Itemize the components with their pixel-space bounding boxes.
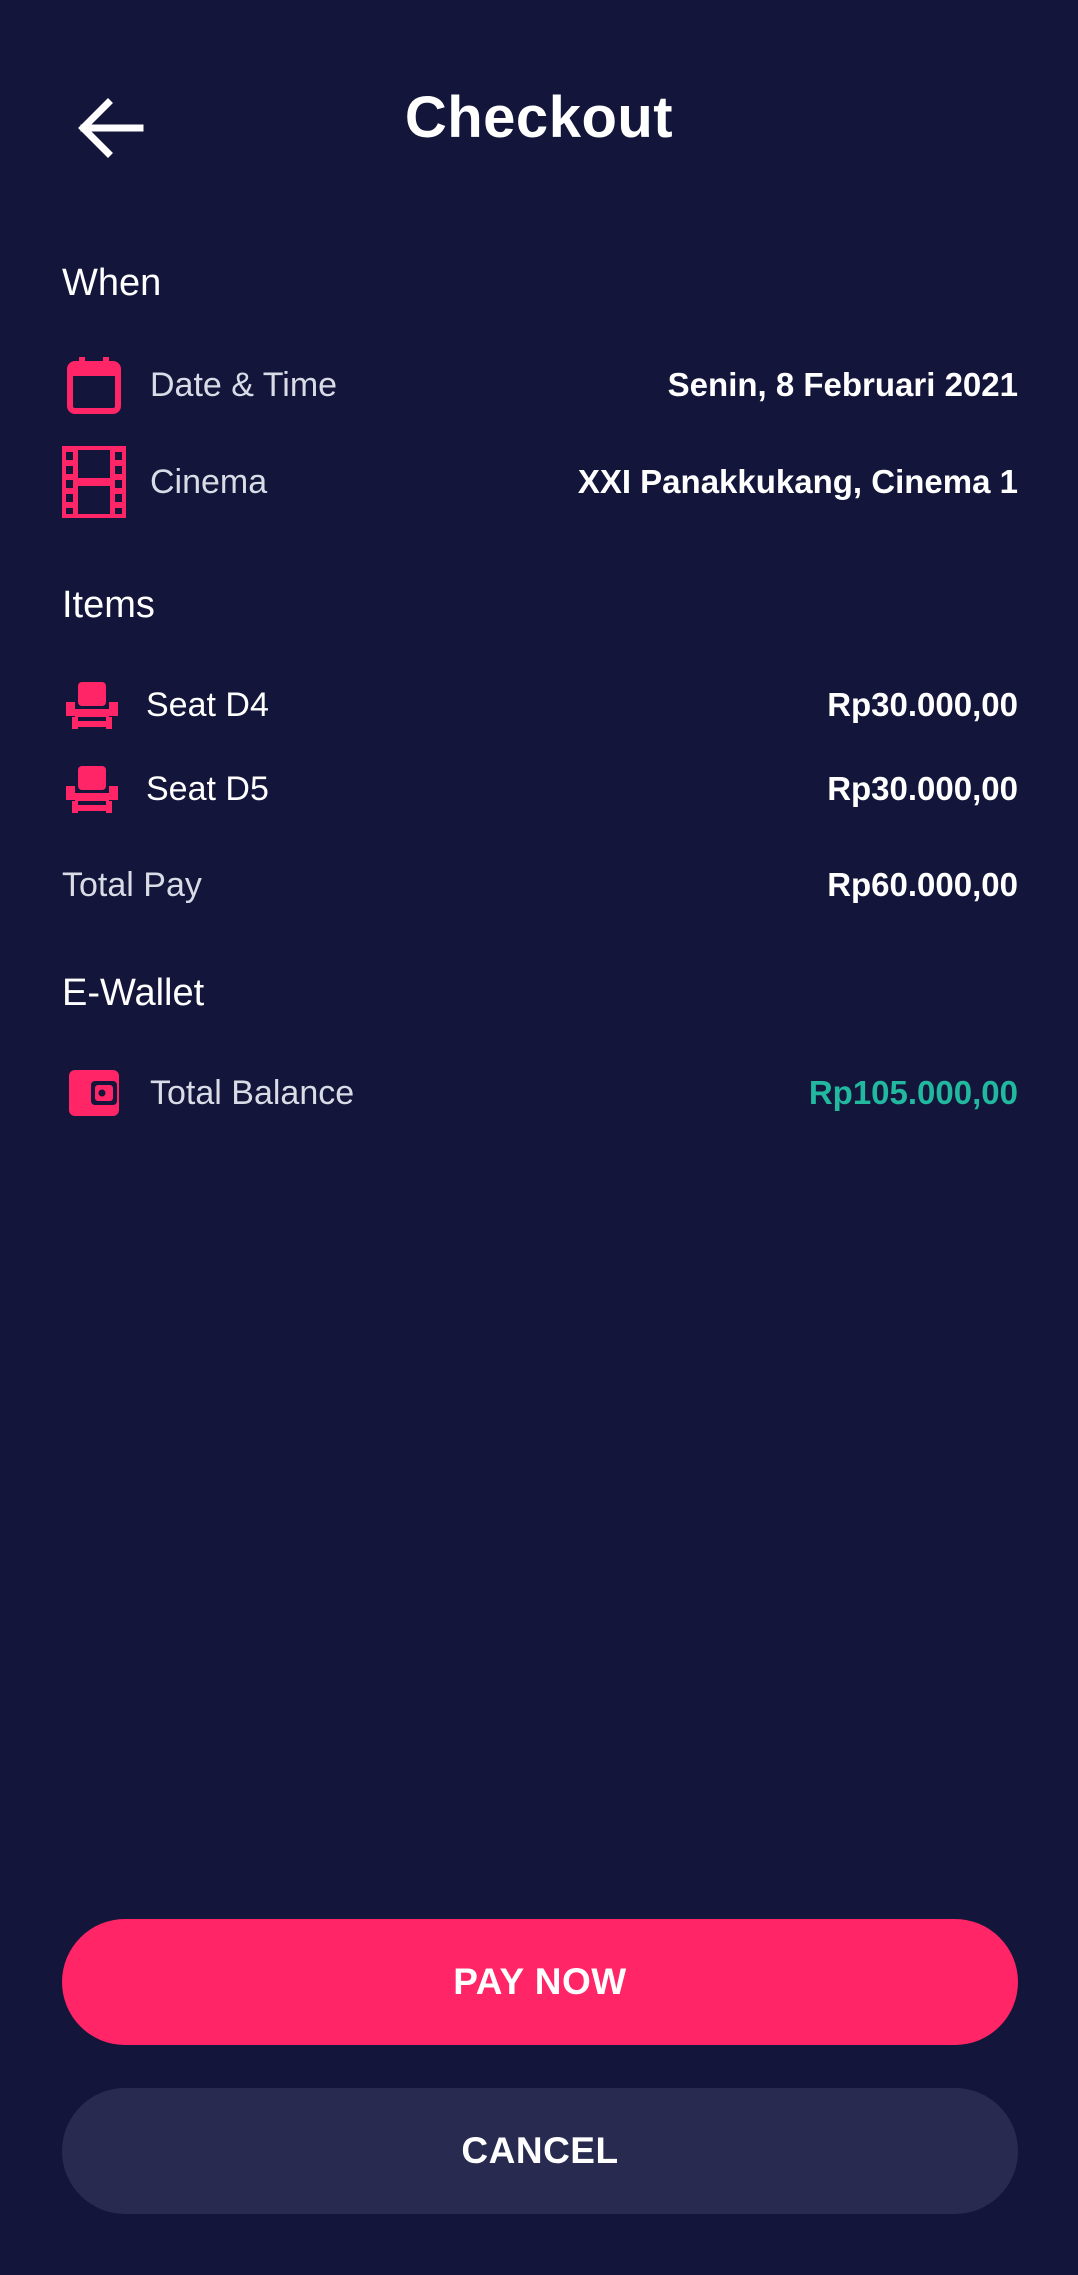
section-title-when: When xyxy=(62,262,162,304)
cinema-label: Cinema xyxy=(150,462,268,501)
seat-label: Seat D4 xyxy=(146,685,269,724)
section-title-wallet: E-Wallet xyxy=(62,972,205,1014)
seat-icon xyxy=(62,757,122,821)
wallet-balance-value: Rp105.000,00 xyxy=(808,1074,1018,1111)
total-pay-label: Total Pay xyxy=(62,865,202,904)
total-pay-value: Rp60.000,00 xyxy=(827,866,1018,903)
cinema-value: XXI Panakkukang, Cinema 1 xyxy=(577,463,1018,500)
seat-label: Seat D5 xyxy=(146,769,269,808)
seat-price: Rp30.000,00 xyxy=(827,770,1018,807)
wallet-balance-label: Total Balance xyxy=(150,1073,355,1112)
calendar-icon xyxy=(62,353,126,417)
date-time-value: Senin, 8 Februari 2021 xyxy=(667,366,1018,403)
wallet-balance-row: Total Balance Rp105.000,00 xyxy=(62,1058,1018,1128)
app-header: Checkout xyxy=(0,0,1078,240)
page-title: Checkout xyxy=(404,85,674,150)
film-icon xyxy=(62,446,126,518)
seat-row: Seat D4 Rp30.000,00 xyxy=(62,670,1018,740)
date-time-label: Date & Time xyxy=(150,365,338,404)
seat-row: Seat D5 Rp30.000,00 xyxy=(62,754,1018,824)
date-time-row: Date & Time Senin, 8 Februari 2021 xyxy=(62,350,1018,420)
cinema-row: Cinema XXI Panakkukang, Cinema 1 xyxy=(62,446,1018,518)
seat-icon xyxy=(62,673,122,737)
total-pay-row: Total Pay Rp60.000,00 xyxy=(62,850,1018,920)
seat-price: Rp30.000,00 xyxy=(827,686,1018,723)
wallet-icon xyxy=(62,1061,126,1125)
section-title-items: Items xyxy=(62,584,155,626)
pay-now-button[interactable]: PAY NOW xyxy=(62,1919,1018,2045)
cancel-button[interactable]: CANCEL xyxy=(62,2088,1018,2214)
